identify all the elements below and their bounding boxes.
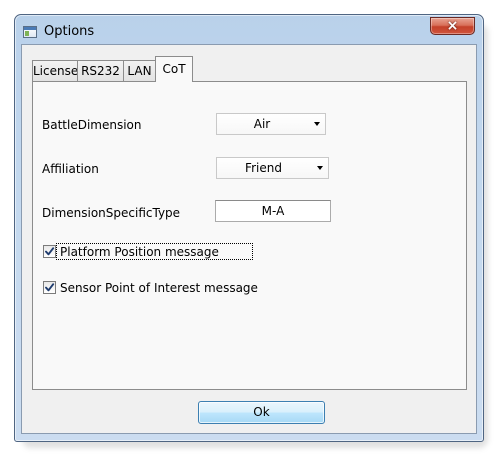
window-title: Options — [44, 24, 95, 39]
sensor-poi-label: Sensor Point of Interest message — [60, 281, 258, 295]
checkbox-box[interactable] — [43, 281, 56, 294]
tab-label: License — [33, 64, 79, 78]
options-dialog: Options × License RS232 LAN CoT BattleDi… — [14, 14, 484, 442]
sensor-poi-checkbox[interactable]: Sensor Point of Interest message — [43, 280, 258, 296]
tab-license[interactable]: License — [32, 60, 78, 81]
dialog-client-area: License RS232 LAN CoT BattleDimension Ai… — [21, 44, 477, 434]
battle-dimension-label: BattleDimension — [42, 118, 142, 132]
platform-position-label: Platform Position message — [60, 245, 219, 259]
chevron-down-icon — [314, 122, 320, 126]
dimension-specific-type-field[interactable]: M-A — [215, 200, 331, 222]
tab-cot[interactable]: CoT — [155, 56, 193, 82]
tab-label: RS232 — [81, 64, 120, 78]
close-button[interactable]: × — [430, 17, 475, 35]
checkmark-icon — [45, 283, 55, 292]
tab-label: CoT — [162, 62, 186, 76]
window-app-icon — [23, 26, 37, 38]
affiliation-dropdown[interactable]: Friend — [216, 157, 329, 179]
chevron-down-icon — [317, 166, 323, 170]
checkmark-icon — [45, 247, 55, 256]
dimension-specific-type-label: DimensionSpecificType — [42, 206, 181, 220]
close-icon: × — [446, 18, 459, 34]
tab-label: LAN — [127, 64, 152, 78]
tab-lan[interactable]: LAN — [123, 60, 156, 81]
battle-dimension-value: Air — [253, 117, 271, 131]
affiliation-value: Friend — [245, 161, 282, 175]
ok-button[interactable]: Ok — [198, 401, 325, 424]
checkbox-box[interactable] — [43, 245, 56, 258]
affiliation-label: Affiliation — [42, 162, 99, 176]
cot-tab-panel: BattleDimension Air Affiliation Friend D… — [32, 81, 467, 390]
platform-position-checkbox[interactable]: Platform Position message — [43, 244, 253, 260]
battle-dimension-dropdown[interactable]: Air — [216, 113, 326, 135]
tab-rs232[interactable]: RS232 — [77, 60, 124, 81]
